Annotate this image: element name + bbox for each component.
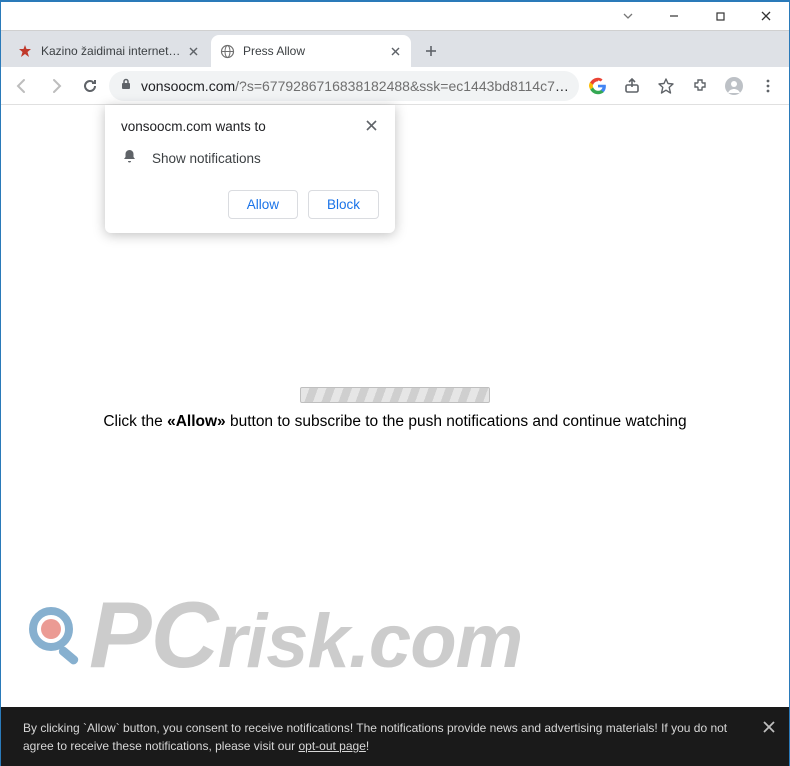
address-bar[interactable]: vonsoocm.com/?s=6779286716838182488&ssk=… (109, 71, 579, 101)
reload-button[interactable] (75, 71, 105, 101)
permission-origin-text: vonsoocm.com wants to (121, 119, 364, 134)
pcrisk-watermark: PCrisk.com (25, 581, 522, 689)
browser-window: Kazino žaidimai internetu | Online Press… (0, 0, 790, 766)
consent-bar: By clicking `Allow` button, you consent … (1, 707, 789, 766)
consent-text: By clicking `Allow` button, you consent … (23, 721, 727, 753)
page-content: vonsoocm.com wants to Show notifications… (1, 105, 789, 766)
magnifier-icon (25, 603, 89, 667)
notification-permission-dialog: vonsoocm.com wants to Show notifications… (105, 105, 395, 233)
favicon-globe-icon (219, 43, 235, 59)
tab-strip: Kazino žaidimai internetu | Online Press… (1, 31, 789, 67)
block-button[interactable]: Block (308, 190, 379, 219)
favicon-red-star-icon (17, 43, 33, 59)
bookmark-button[interactable] (651, 71, 681, 101)
permission-line: Show notifications (152, 151, 261, 166)
fake-progress-bar (300, 387, 490, 403)
profile-button[interactable] (719, 71, 749, 101)
url-text: vonsoocm.com/?s=6779286716838182488&ssk=… (141, 78, 569, 94)
window-minimize-button[interactable] (651, 2, 697, 30)
extensions-button[interactable] (685, 71, 715, 101)
menu-button[interactable] (753, 71, 783, 101)
window-maximize-button[interactable] (697, 2, 743, 30)
consent-close-button[interactable] (763, 717, 775, 741)
lock-icon (119, 77, 133, 94)
tab-title: Kazino žaidimai internetu | Online (41, 44, 185, 58)
allow-button[interactable]: Allow (228, 190, 298, 219)
tab-background[interactable]: Kazino žaidimai internetu | Online (9, 35, 209, 67)
back-button[interactable] (7, 71, 37, 101)
page-center: Click the «Allow» button to subscribe to… (1, 387, 789, 431)
share-button[interactable] (617, 71, 647, 101)
forward-button[interactable] (41, 71, 71, 101)
permission-close-button[interactable] (364, 119, 379, 134)
instruction-text: Click the «Allow» button to subscribe to… (1, 413, 789, 431)
window-titlebar (1, 1, 789, 31)
new-tab-button[interactable] (417, 37, 445, 65)
bell-icon (121, 148, 138, 168)
tab-active[interactable]: Press Allow (211, 35, 411, 67)
tab-title: Press Allow (243, 44, 387, 58)
window-dropdown-button[interactable] (605, 2, 651, 30)
tab-close-button[interactable] (185, 43, 201, 59)
window-close-button[interactable] (743, 2, 789, 30)
browser-toolbar: vonsoocm.com/?s=6779286716838182488&ssk=… (1, 67, 789, 105)
google-search-icon[interactable] (583, 71, 613, 101)
tab-close-button[interactable] (387, 43, 403, 59)
opt-out-link[interactable]: opt-out page (298, 739, 365, 753)
